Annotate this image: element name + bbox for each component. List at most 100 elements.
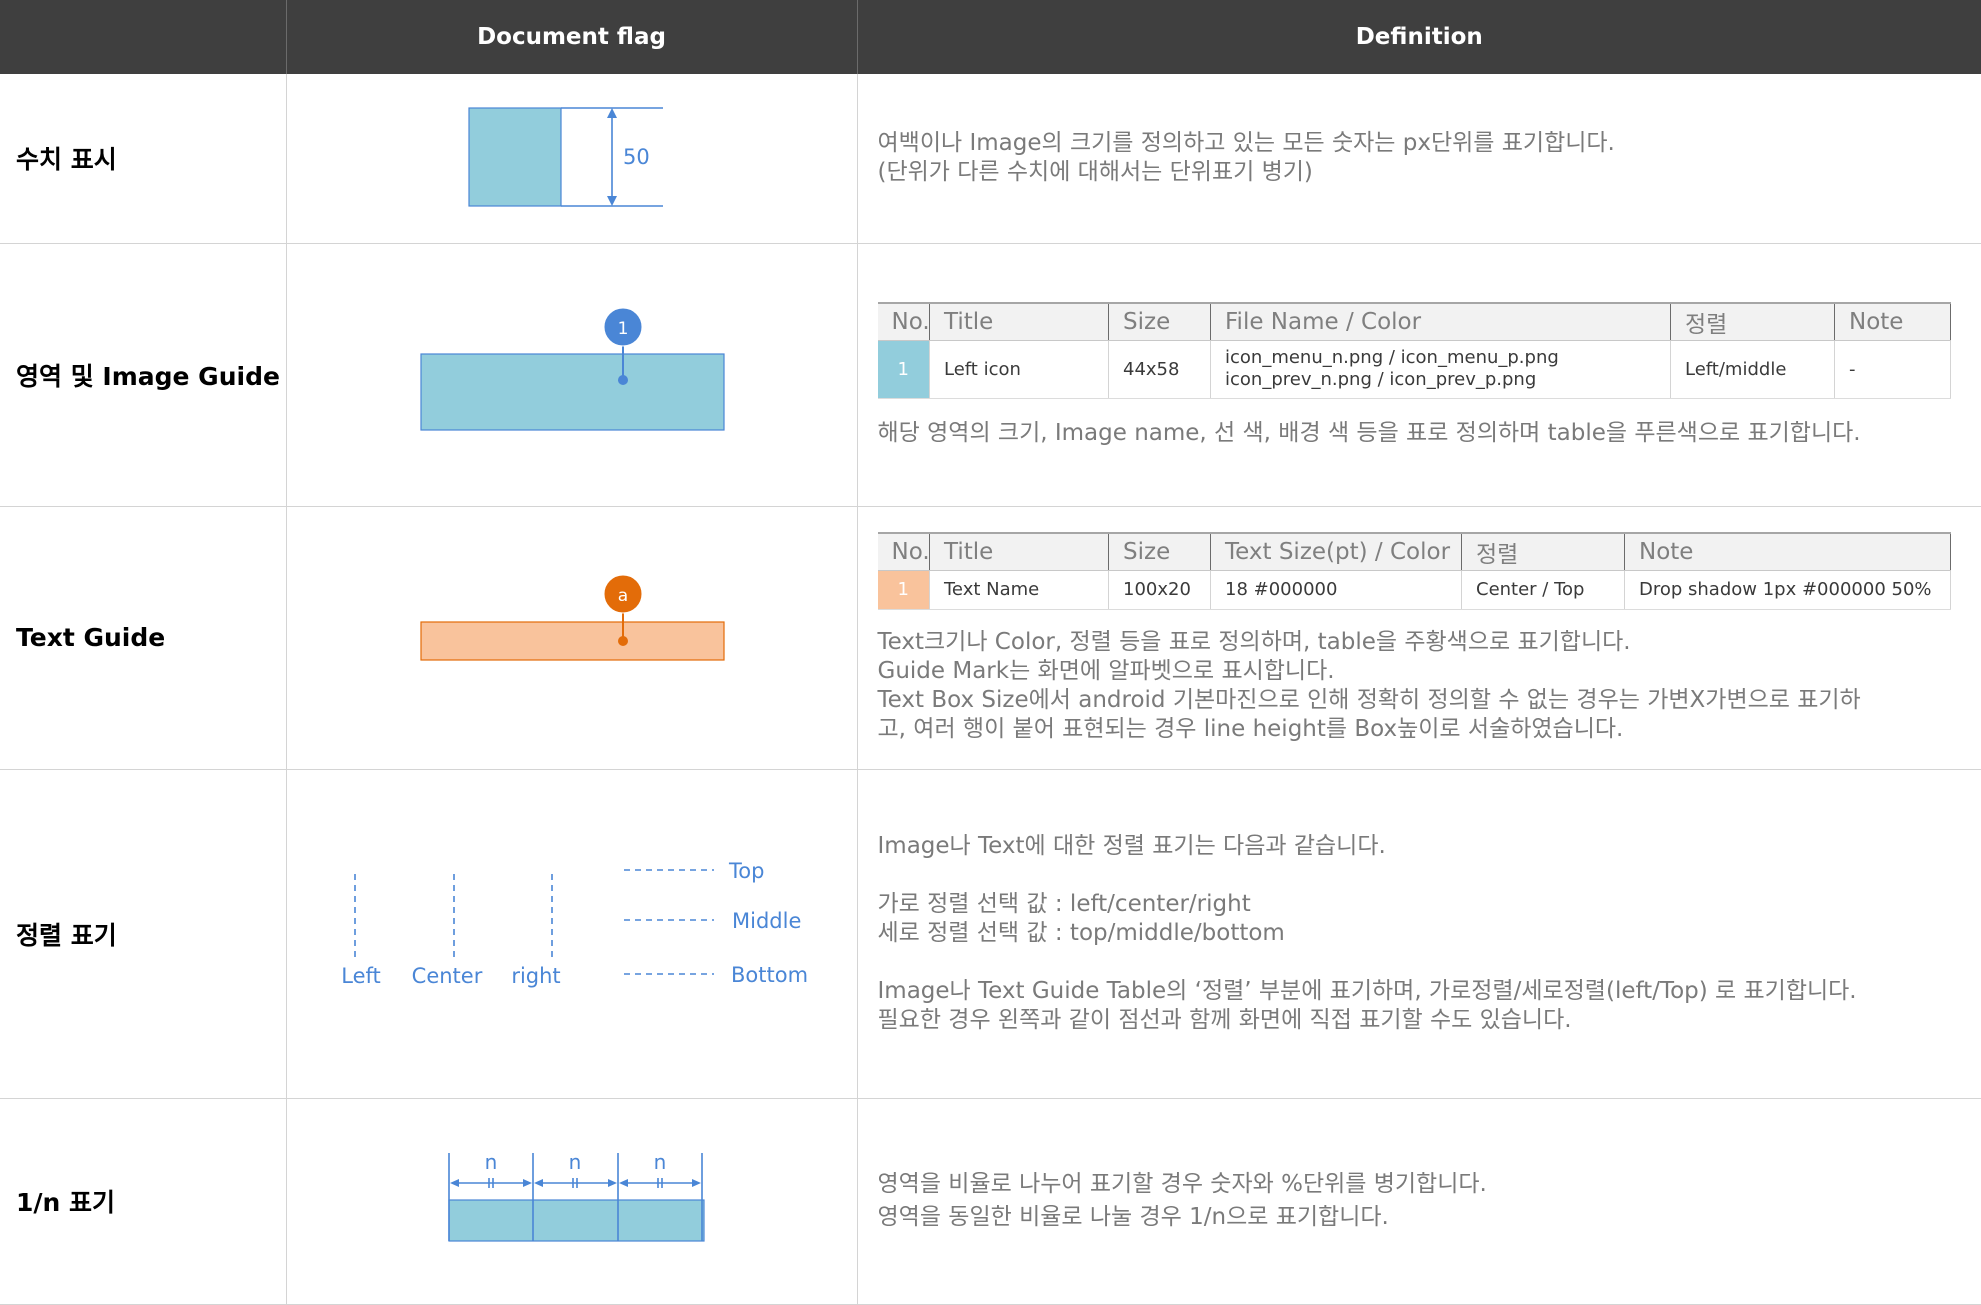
label-middle: Middle xyxy=(732,909,801,933)
segment-label: n xyxy=(653,1150,666,1174)
dimension-value: 50 xyxy=(623,145,650,169)
image-guide-diagram: 1 xyxy=(419,307,725,431)
alignment-guide-lines xyxy=(353,868,714,975)
alignment-line-3: 세로 정렬 선택 값 : top/middle/bottom xyxy=(877,920,1285,946)
document-flag-guide-page: Document flag Definition 수치 표시 50 여백이나 I… xyxy=(0,0,1981,1305)
document-flag-table: Document flag Definition 수치 표시 50 여백이나 I… xyxy=(0,0,1981,1305)
cell-align: Left/middle xyxy=(1670,340,1835,399)
col-size: Size xyxy=(1108,301,1211,341)
text-guide-illustration: a xyxy=(286,506,858,770)
cell-size: 44x58 xyxy=(1108,340,1211,399)
alignment-line-1: Image나 Text에 대한 정렬 표기는 다음과 같습니다. xyxy=(877,833,1386,859)
cell-note: - xyxy=(1834,340,1951,399)
alignment-line-4: Image나 Text Guide Table의 ‘정렬’ 부분에 표기하며, … xyxy=(877,978,1857,1004)
col-note: Note xyxy=(1624,531,1951,571)
text-guide-line-1: Text크기나 Color, 정렬 등을 표로 정의하며, table을 주황색… xyxy=(877,628,1631,655)
numeric-flag-illustration: 50 xyxy=(286,74,858,244)
label-top: Top xyxy=(728,859,764,883)
guide-marker-label: 1 xyxy=(617,319,628,339)
ratio-definition: 영역을 비율로 나누어 표기할 경우 숫자와 %단위를 병기합니다. 영역을 동… xyxy=(857,1098,1981,1305)
text-guide-line-4: 고, 여러 행이 붙어 표현되는 경우 line height를 Box높이로 … xyxy=(877,715,1624,742)
col-no: No. xyxy=(877,531,930,571)
table-row: 1 Text Name 100x20 18 #000000 Center / T… xyxy=(877,570,1951,610)
cell-text-size: 18 #000000 xyxy=(1210,570,1462,610)
row-label-ratio: 1/n 표기 xyxy=(0,1098,287,1305)
col-file-name: File Name / Color xyxy=(1210,301,1671,341)
arrow-left-icon xyxy=(449,1178,459,1187)
image-guide-illustration: 1 xyxy=(286,243,858,507)
image-guide-definition: No. Title Size File Name / Color 정렬 Note… xyxy=(857,243,1981,507)
numeric-def-line-1: 여백이나 Image의 크기를 정의하고 있는 모든 숫자는 px단위를 표기합… xyxy=(877,130,1615,157)
row-text-guide: Text Guide a No. Title Size Text Size(pt… xyxy=(0,506,1981,770)
col-size: Size xyxy=(1108,531,1211,571)
sample-box xyxy=(467,107,562,207)
text-marker-label: a xyxy=(617,586,627,606)
ratio-diagram: n n n xyxy=(447,1150,705,1242)
cell-note: Drop shadow 1px #000000 50% xyxy=(1624,570,1951,610)
text-marker-anchor-dot xyxy=(617,635,628,646)
segment-label: n xyxy=(568,1150,581,1174)
image-guide-table: No. Title Size File Name / Color 정렬 Note… xyxy=(877,301,1951,399)
cell-file-name: icon_menu_n.png / icon_menu_p.png icon_p… xyxy=(1210,340,1671,399)
header-blank xyxy=(0,0,287,74)
image-area-box xyxy=(419,352,725,431)
cell-no: 1 xyxy=(877,570,930,610)
ratio-illustration: n n n xyxy=(286,1098,858,1305)
text-guide-line-2: Guide Mark는 화면에 알파벳으로 표시합니다. xyxy=(877,657,1335,684)
numeric-def-line-2: (단위가 다른 수치에 대해서는 단위표기 병기) xyxy=(877,159,1313,186)
col-no: No. xyxy=(877,301,930,341)
label-center: Center xyxy=(411,964,482,988)
arrow-left-icon xyxy=(618,1178,628,1187)
row-ratio: 1/n 표기 n n n 영역을 비율로 나누어 표기할 경우 숫자와 %단위를… xyxy=(0,1098,1981,1305)
arrow-right-icon xyxy=(607,1178,617,1187)
cell-title: Left icon xyxy=(929,340,1109,399)
table-row: 1 Left icon 44x58 icon_menu_n.png / icon… xyxy=(877,340,1951,399)
row-label-image-guide: 영역 및 Image Guide xyxy=(0,243,287,507)
row-alignment: 정렬 표기 Left Center right Top Middle Botto… xyxy=(0,769,1981,1099)
image-guide-table-header: No. Title Size File Name / Color 정렬 Note xyxy=(877,301,1951,341)
header-definition: Definition xyxy=(857,0,1981,74)
cell-align: Center / Top xyxy=(1461,570,1625,610)
image-guide-description: 해당 영역의 크기, Image name, 선 색, 배경 색 등을 표로 정… xyxy=(877,419,1861,446)
col-title: Title xyxy=(929,301,1109,341)
alignment-diagram: Left Center right Top Middle Bottom xyxy=(341,859,808,988)
cell-size: 100x20 xyxy=(1108,570,1211,610)
cell-no: 1 xyxy=(877,340,930,399)
text-guide-definition: No. Title Size Text Size(pt) / Color 정렬 … xyxy=(857,506,1981,770)
arrow-down-icon xyxy=(606,196,617,207)
ratio-area-box xyxy=(447,1198,705,1242)
arrow-right-icon xyxy=(691,1178,701,1187)
alignment-line-5: 필요한 경우 왼쪽과 같이 점선과 함께 화면에 직접 표기할 수도 있습니다. xyxy=(877,1007,1572,1033)
row-image-guide: 영역 및 Image Guide 1 No. Title Size File N… xyxy=(0,243,1981,507)
ratio-line-1: 영역을 비율로 나누어 표기할 경우 숫자와 %단위를 병기합니다. xyxy=(877,1171,1487,1197)
alignment-line-2: 가로 정렬 선택 값 : left/center/right xyxy=(877,891,1251,917)
arrow-left-icon xyxy=(533,1178,543,1187)
col-text-size: Text Size(pt) / Color xyxy=(1210,531,1462,571)
text-guide-table: No. Title Size Text Size(pt) / Color 정렬 … xyxy=(877,531,1951,610)
row-label-alignment: 정렬 표기 xyxy=(0,769,287,1099)
text-area-box xyxy=(419,620,725,661)
numeric-definition: 여백이나 Image의 크기를 정의하고 있는 모든 숫자는 px단위를 표기합… xyxy=(857,74,1981,244)
label-right: right xyxy=(511,964,560,988)
alignment-definition: Image나 Text에 대한 정렬 표기는 다음과 같습니다. 가로 정렬 선… xyxy=(857,769,1981,1099)
col-note: Note xyxy=(1834,301,1951,341)
label-bottom: Bottom xyxy=(731,963,808,987)
text-guide-line-3: Text Box Size에서 android 기본마진으로 인해 정확히 정의… xyxy=(877,686,1861,713)
header-document-flag: Document flag xyxy=(286,0,858,74)
col-title: Title xyxy=(929,531,1109,571)
row-numeric: 수치 표시 50 여백이나 Image의 크기를 정의하고 있는 모든 숫자는 … xyxy=(0,74,1981,244)
arrow-right-icon xyxy=(522,1178,532,1187)
file-name-line-1: icon_menu_n.png / icon_menu_p.png xyxy=(1225,347,1559,368)
col-align: 정렬 xyxy=(1461,531,1625,571)
marker-anchor-dot xyxy=(617,374,628,385)
segment-label: n xyxy=(484,1150,497,1174)
col-align: 정렬 xyxy=(1670,301,1835,341)
header-row: Document flag Definition xyxy=(0,0,1981,74)
cell-title: Text Name xyxy=(929,570,1109,610)
file-name-line-2: icon_prev_n.png / icon_prev_p.png xyxy=(1225,369,1537,390)
ratio-line-2: 영역을 동일한 비율로 나눌 경우 1/n으로 표기합니다. xyxy=(877,1204,1389,1230)
text-guide-diagram: a xyxy=(419,574,725,661)
text-guide-table-header: No. Title Size Text Size(pt) / Color 정렬 … xyxy=(877,531,1951,571)
row-label-text-guide: Text Guide xyxy=(0,506,287,770)
label-left: Left xyxy=(341,964,381,988)
